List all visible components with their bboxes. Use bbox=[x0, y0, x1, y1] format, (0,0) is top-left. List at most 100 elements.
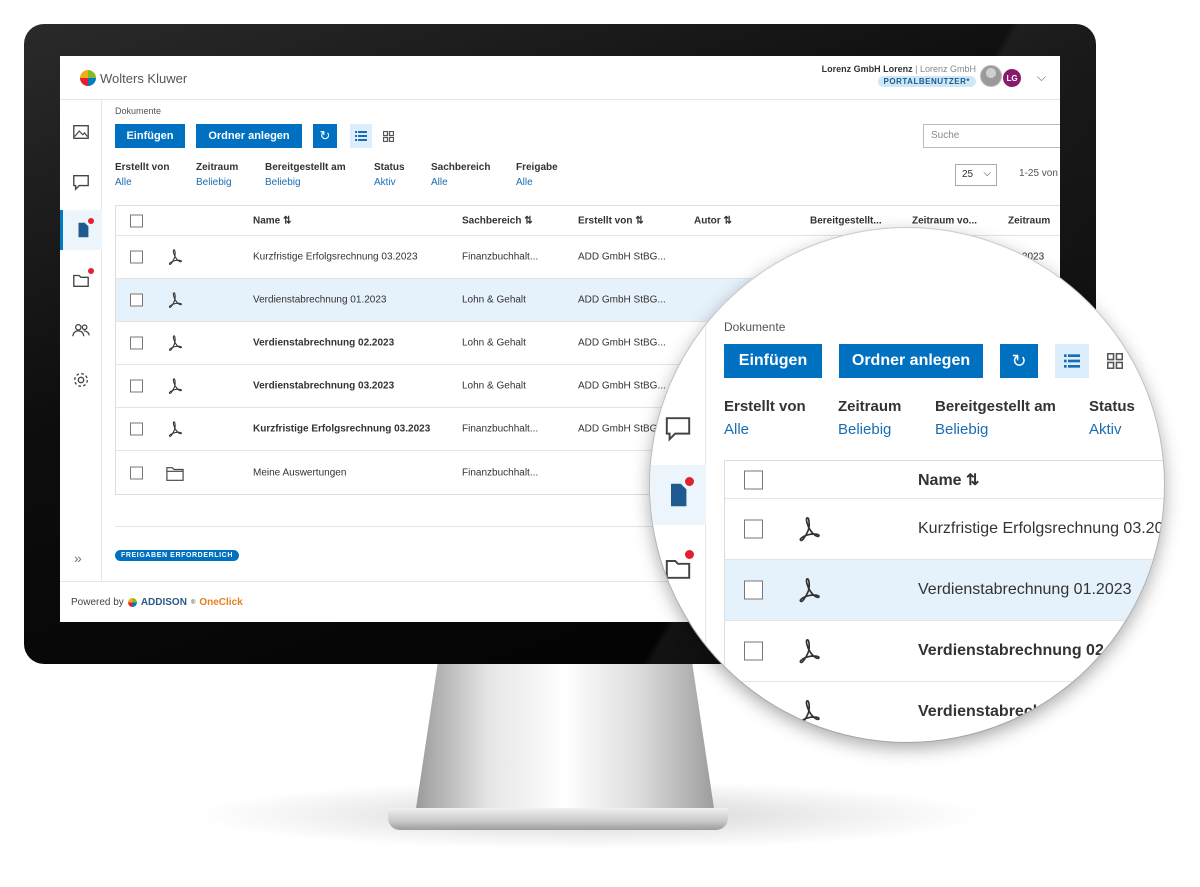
column-period-from-header[interactable]: Zeitraum vo... bbox=[912, 215, 977, 226]
magnified-table-row: Verdienstabrechnung 01.2023 bbox=[725, 560, 1164, 621]
magnified-row-checkbox bbox=[744, 580, 763, 600]
magnified-filter-period: Zeitraum Beliebig bbox=[838, 398, 902, 438]
notification-dot bbox=[685, 477, 694, 486]
users-icon bbox=[72, 323, 90, 337]
magnified-table-row: Verdienstabrechnung bbox=[725, 682, 1164, 742]
magnified-refresh-button: ↻ bbox=[1000, 344, 1038, 378]
row-name[interactable]: Verdienstabrechnung 03.2023 bbox=[253, 381, 394, 392]
row-checkbox[interactable] bbox=[130, 422, 143, 436]
pdf-icon bbox=[166, 334, 184, 352]
sidebar-item-documents[interactable] bbox=[60, 210, 102, 250]
pdf-icon bbox=[166, 291, 184, 309]
page-size-select[interactable]: 25 ⌵ bbox=[955, 164, 997, 186]
grid-view-button[interactable] bbox=[377, 124, 399, 148]
row-name[interactable]: Kurzfristige Erfolgsrechnung 03.2023 bbox=[253, 252, 418, 263]
magnified-select-all-checkbox bbox=[744, 470, 763, 489]
sidebar-item-settings[interactable] bbox=[60, 360, 102, 400]
column-subject-header[interactable]: Sachbereich ⇅ bbox=[462, 215, 533, 226]
sidebar-item-messages[interactable] bbox=[60, 162, 102, 202]
pdf-icon bbox=[166, 420, 184, 438]
magnified-table-row: Verdienstabrechnung 02.2023 bbox=[725, 621, 1164, 682]
filter-subject-area[interactable]: Sachbereich Alle bbox=[431, 162, 490, 188]
row-checkbox[interactable] bbox=[130, 336, 143, 350]
select-all-checkbox[interactable] bbox=[130, 214, 143, 227]
magnified-row-checkbox bbox=[744, 641, 763, 661]
row-name[interactable]: Verdienstabrechnung 02.2023 bbox=[253, 338, 394, 349]
notification-dot bbox=[88, 218, 94, 224]
magnified-sidebar-item-prev bbox=[650, 228, 706, 288]
profile-avatar[interactable] bbox=[980, 65, 1002, 87]
brand-logo[interactable]: Wolters Kluwer bbox=[80, 70, 187, 86]
refresh-icon: ↻ bbox=[319, 128, 331, 143]
column-period-header[interactable]: Zeitraum bbox=[1008, 215, 1050, 226]
chat-icon bbox=[73, 175, 89, 191]
notification-dot bbox=[88, 268, 94, 274]
column-created-header[interactable]: Erstellt von ⇅ bbox=[578, 215, 644, 226]
insert-button[interactable]: Einfügen bbox=[115, 124, 185, 148]
row-subject: Lohn & Gehalt bbox=[462, 294, 526, 306]
pdf-icon bbox=[799, 577, 820, 603]
sidebar-expand-button[interactable]: » bbox=[74, 550, 82, 566]
search-input[interactable]: Suche bbox=[923, 124, 1060, 148]
create-folder-button[interactable]: Ordner anlegen bbox=[196, 124, 302, 148]
magnified-grid-view-button bbox=[1098, 344, 1132, 378]
refresh-button[interactable]: ↻ bbox=[313, 124, 337, 148]
gear-icon bbox=[74, 373, 88, 387]
magnified-row-name: Verdienstabrechnung 02.2023 bbox=[918, 642, 1144, 659]
user-avatar-initials[interactable]: LG bbox=[1002, 68, 1022, 88]
chevron-down-icon[interactable]: ⌵ bbox=[1037, 70, 1046, 85]
pdf-icon bbox=[168, 335, 182, 351]
approval-required-badge[interactable]: FREIGABEN ERFORDERLICH bbox=[115, 550, 239, 561]
list-icon bbox=[1064, 354, 1080, 368]
row-name[interactable]: Meine Auswertungen bbox=[253, 467, 346, 478]
magnified-insert-button: Einfügen bbox=[724, 344, 822, 378]
user-org-separator: | bbox=[915, 64, 918, 74]
pdf-icon bbox=[795, 637, 823, 665]
magnified-table-row: Kurzfristige Erfolgsrechnung 03.2023 bbox=[725, 499, 1164, 560]
row-checkbox[interactable] bbox=[130, 293, 143, 307]
magnified-filter-created-by: Erstellt von Alle bbox=[724, 398, 806, 438]
image-icon bbox=[73, 125, 89, 139]
column-author-header[interactable]: Autor ⇅ bbox=[694, 215, 732, 226]
column-name-header[interactable]: Name ⇅ bbox=[253, 215, 291, 226]
sidebar-item-folders[interactable] bbox=[60, 260, 102, 300]
sidebar-item-images[interactable] bbox=[60, 112, 102, 152]
magnified-row-checkbox bbox=[744, 519, 763, 539]
row-checkbox[interactable] bbox=[130, 466, 143, 479]
wolters-kluwer-logo-icon bbox=[80, 70, 96, 86]
list-view-button[interactable] bbox=[350, 124, 372, 148]
row-subject: Finanzbuchhalt... bbox=[462, 251, 539, 263]
magnified-sidebar-item-documents bbox=[650, 465, 706, 525]
magnified-table-header: Name ⇅ bbox=[725, 461, 1164, 499]
user-org: Lorenz GmbH Lorenz bbox=[821, 64, 913, 74]
sidebar: » bbox=[60, 100, 102, 581]
addison-label: ADDISON bbox=[140, 597, 187, 608]
row-subject: Finanzbuchhalt... bbox=[462, 467, 539, 478]
magnified-filter-status: Status Aktiv bbox=[1089, 398, 1135, 438]
filter-provided-on[interactable]: Bereitgestellt am Beliebig bbox=[265, 162, 346, 188]
filter-release[interactable]: Freigabe Alle bbox=[516, 162, 558, 188]
sidebar-item-users[interactable] bbox=[60, 310, 102, 350]
row-subject: Finanzbuchhalt... bbox=[462, 423, 539, 435]
filter-status[interactable]: Status Aktiv bbox=[374, 162, 405, 188]
column-provided-header[interactable]: Bereitgestellt... bbox=[810, 215, 882, 226]
row-name[interactable]: Verdienstabrechnung 01.2023 bbox=[253, 295, 386, 306]
magnified-create-folder-button: Ordner anlegen bbox=[839, 344, 983, 378]
folder-icon bbox=[166, 466, 184, 481]
pagination-range: 1-25 von bbox=[1019, 168, 1058, 179]
filter-created-by[interactable]: Erstellt von Alle bbox=[115, 162, 169, 188]
row-checkbox[interactable] bbox=[130, 379, 143, 393]
magnified-row-name: Verdienstabrechnung bbox=[918, 703, 1082, 720]
row-subject: Lohn & Gehalt bbox=[462, 380, 526, 392]
breadcrumb[interactable]: Dokumente bbox=[115, 106, 161, 116]
magnified-column-name-header: Name ⇅ bbox=[918, 471, 980, 489]
filter-period[interactable]: Zeitraum Beliebig bbox=[196, 162, 238, 188]
pdf-icon bbox=[166, 377, 184, 395]
chevron-down-icon: ⌵ bbox=[983, 168, 991, 179]
row-checkbox[interactable] bbox=[130, 250, 143, 264]
folder-icon bbox=[166, 465, 184, 481]
pdf-icon bbox=[168, 249, 182, 265]
folder-icon bbox=[73, 274, 89, 287]
row-name[interactable]: Kurzfristige Erfolgsrechnung 03.2023 bbox=[253, 424, 430, 435]
grid-icon bbox=[1107, 353, 1123, 369]
